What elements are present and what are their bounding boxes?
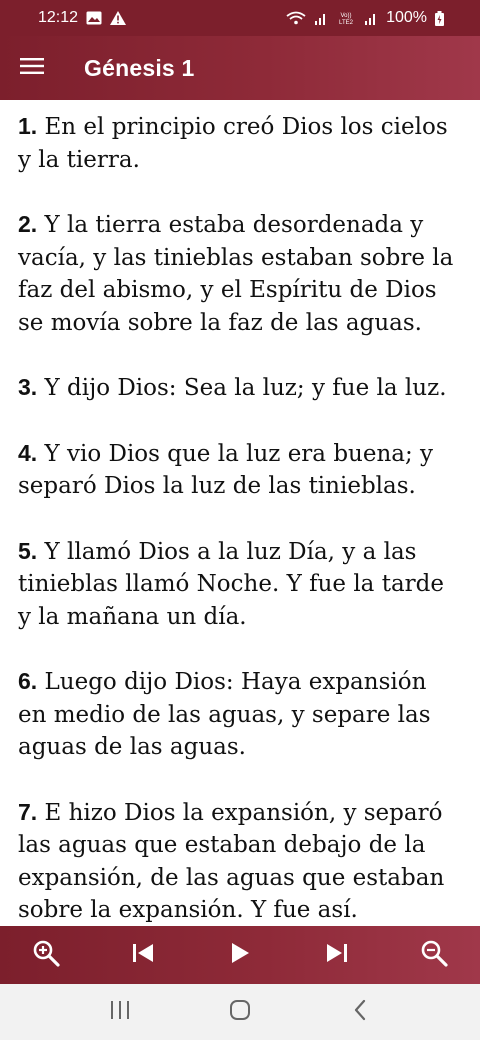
signal-icon (364, 11, 378, 25)
play-icon (229, 941, 251, 970)
previous-button[interactable] (113, 926, 173, 984)
verse-text: Y dijo Dios: Sea la luz; y fue la luz. (37, 375, 447, 401)
verse-number: 4. (18, 439, 38, 466)
zoom-out-icon (420, 939, 448, 972)
home-icon (229, 999, 251, 1026)
verse-text: Y la tierra estaba desordenada y vacía, … (18, 212, 454, 336)
verse[interactable]: 2. Y la tierra estaba desordenada y vací… (18, 208, 462, 339)
menu-button[interactable] (0, 36, 64, 100)
battery-icon (435, 10, 444, 26)
back-icon (353, 999, 367, 1026)
recent-apps-icon (109, 1000, 131, 1025)
status-time: 12:12 (38, 9, 79, 26)
zoom-out-button[interactable] (404, 926, 464, 984)
page-title: Génesis 1 (84, 54, 195, 81)
battery-percent: 100% (386, 9, 427, 26)
warning-icon (110, 11, 127, 25)
verse-text: Y llamó Dios a la luz Día, y a las tinie… (18, 538, 444, 630)
verse-number: 3. (18, 374, 38, 400)
chapter-text[interactable]: 1. En el principio creó Dios los cielos … (0, 100, 480, 926)
verse-number: 2. (18, 211, 38, 237)
app-bar: Génesis 1 (0, 36, 480, 100)
back-button[interactable] (330, 984, 390, 1040)
verse[interactable]: 7. E hizo Dios la expansión, y separó la… (18, 796, 462, 927)
verse[interactable]: 1. En el principio creó Dios los cielos … (18, 110, 462, 176)
verse-number: 6. (18, 668, 38, 694)
skip-previous-icon (131, 942, 155, 969)
verse[interactable]: 4. Y vio Dios que la luz era buena; y se… (18, 437, 462, 503)
zoom-in-button[interactable] (16, 926, 76, 984)
verse-text: Y vio Dios que la luz era buena; y separ… (18, 440, 434, 500)
next-button[interactable] (307, 926, 367, 984)
verse-text: E hizo Dios la expansión, y separó las a… (18, 799, 445, 924)
verse-number: 7. (18, 798, 38, 825)
play-button[interactable] (210, 926, 270, 984)
volte-icon: Vo)) LTE2 (336, 11, 356, 25)
verse[interactable]: 3. Y dijo Dios: Sea la luz; y fue la luz… (18, 371, 462, 405)
wifi-icon (286, 11, 306, 25)
zoom-in-icon (32, 939, 60, 972)
home-button[interactable] (210, 984, 270, 1040)
verse-text: En el principio creó Dios los cielos y l… (18, 114, 448, 173)
signal-icon (314, 11, 328, 25)
status-left: 12:12 (38, 9, 127, 27)
verse-number: 5. (18, 537, 38, 564)
recent-apps-button[interactable] (90, 984, 150, 1040)
menu-icon (20, 57, 44, 80)
verse-number: 1. (18, 113, 38, 139)
verse[interactable]: 5. Y llamó Dios a la luz Día, y a las ti… (18, 535, 462, 634)
verse[interactable]: 6. Luego dijo Dios: Haya expansión en me… (18, 665, 462, 764)
status-right: Vo)) LTE2 100% (286, 9, 444, 27)
svg-text:LTE2: LTE2 (339, 20, 354, 25)
playback-toolbar (0, 926, 480, 984)
image-icon (86, 11, 102, 25)
status-bar: 12:12 Vo)) LTE2 100% (0, 0, 480, 36)
system-nav-bar (0, 984, 480, 1040)
skip-next-icon (325, 942, 349, 969)
verse-text: Luego dijo Dios: Haya expansión en medio… (18, 669, 431, 760)
svg-text:Vo)): Vo)) (341, 13, 352, 19)
